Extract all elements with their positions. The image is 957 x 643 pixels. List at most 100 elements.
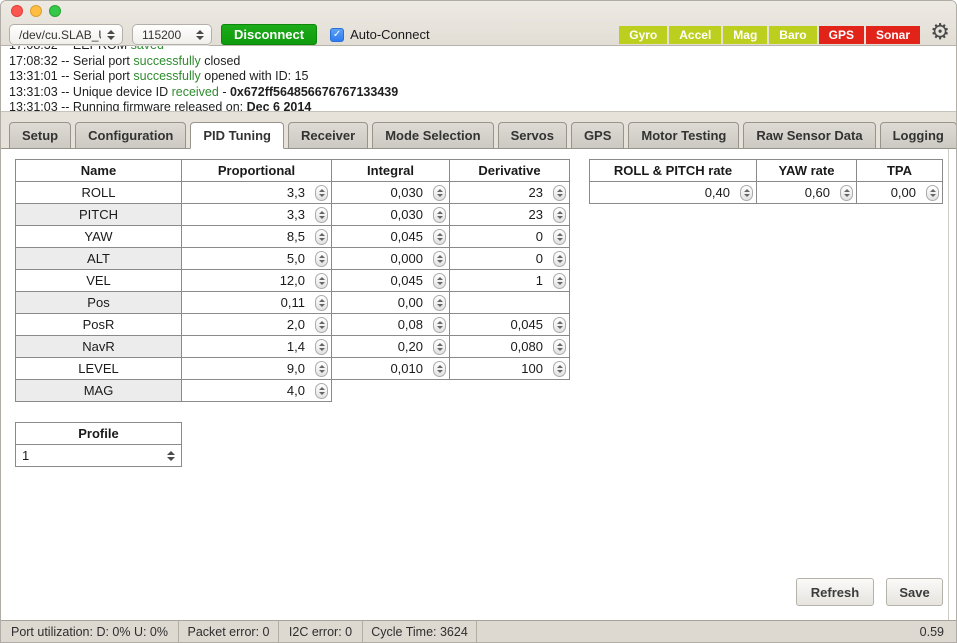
auto-connect-label: Auto-Connect bbox=[350, 27, 430, 42]
row-label-vel: VEL bbox=[16, 270, 182, 292]
input-roll-pitch-rate[interactable]: 0,40 bbox=[590, 182, 757, 204]
gear-icon[interactable]: ⚙ bbox=[930, 20, 950, 44]
input-mag-proportional[interactable]: 4,0 bbox=[182, 380, 332, 402]
tab-servos[interactable]: Servos bbox=[498, 122, 567, 149]
input-posr-integral[interactable]: 0,08 bbox=[332, 314, 450, 336]
stepper-icon[interactable] bbox=[553, 273, 566, 289]
stepper-icon[interactable] bbox=[926, 185, 939, 201]
pid-table-header-row: Name Proportional Integral Derivative bbox=[16, 160, 570, 182]
table-row: 0,40 0,60 0,00 bbox=[590, 182, 943, 204]
input-pitch-integral[interactable]: 0,030 bbox=[332, 204, 450, 226]
sensor-indicators: Gyro Accel Mag Baro GPS Sonar bbox=[619, 26, 920, 44]
input-level-integral[interactable]: 0,010 bbox=[332, 358, 450, 380]
input-roll-derivative[interactable]: 23 bbox=[450, 182, 570, 204]
input-posr-proportional[interactable]: 2,0 bbox=[182, 314, 332, 336]
table-row: PITCH 3,3 0,030 23 bbox=[16, 204, 570, 226]
row-label-pitch: PITCH bbox=[16, 204, 182, 226]
stepper-icon[interactable] bbox=[315, 207, 328, 223]
stepper-icon[interactable] bbox=[553, 361, 566, 377]
tab-bar: Setup Configuration PID Tuning Receiver … bbox=[1, 112, 956, 149]
stepper-icon[interactable] bbox=[315, 317, 328, 333]
stepper-icon[interactable] bbox=[315, 295, 328, 311]
input-yaw-rate[interactable]: 0,60 bbox=[757, 182, 857, 204]
stepper-icon[interactable] bbox=[433, 185, 446, 201]
tab-pid-tuning[interactable]: PID Tuning bbox=[190, 122, 284, 149]
input-pos-integral[interactable]: 0,00 bbox=[332, 292, 450, 314]
input-vel-derivative[interactable]: 1 bbox=[450, 270, 570, 292]
stepper-icon[interactable] bbox=[553, 185, 566, 201]
stepper-icon[interactable] bbox=[433, 295, 446, 311]
window-header: /dev/cu.SLAB_US 115200 Disconnect ✓ Auto… bbox=[1, 1, 956, 46]
input-vel-integral[interactable]: 0,045 bbox=[332, 270, 450, 292]
stepper-icon[interactable] bbox=[433, 251, 446, 267]
sensor-accel: Accel bbox=[669, 26, 721, 44]
stepper-icon[interactable] bbox=[553, 317, 566, 333]
stepper-icon[interactable] bbox=[553, 207, 566, 223]
tab-motor-testing[interactable]: Motor Testing bbox=[628, 122, 739, 149]
input-navr-proportional[interactable]: 1,4 bbox=[182, 336, 332, 358]
auto-connect-checkbox[interactable]: ✓ bbox=[330, 28, 344, 42]
input-alt-proportional[interactable]: 5,0 bbox=[182, 248, 332, 270]
stepper-icon[interactable] bbox=[433, 317, 446, 333]
tab-gps[interactable]: GPS bbox=[571, 122, 624, 149]
stepper-icon[interactable] bbox=[433, 339, 446, 355]
stepper-icon[interactable] bbox=[840, 185, 853, 201]
stepper-icon[interactable] bbox=[740, 185, 753, 201]
stepper-icon[interactable] bbox=[553, 339, 566, 355]
tab-raw-sensor-data[interactable]: Raw Sensor Data bbox=[743, 122, 875, 149]
close-window-icon[interactable] bbox=[11, 5, 23, 17]
input-posr-derivative[interactable]: 0,045 bbox=[450, 314, 570, 336]
stepper-icon[interactable] bbox=[315, 229, 328, 245]
serial-port-select[interactable]: /dev/cu.SLAB_US bbox=[9, 24, 123, 45]
row-label-alt: ALT bbox=[16, 248, 182, 270]
app-window: /dev/cu.SLAB_US 115200 Disconnect ✓ Auto… bbox=[0, 0, 957, 643]
stepper-icon[interactable] bbox=[433, 229, 446, 245]
refresh-button[interactable]: Refresh bbox=[796, 578, 874, 606]
input-alt-derivative[interactable]: 0 bbox=[450, 248, 570, 270]
status-packet-error: Packet error: 0 bbox=[179, 621, 279, 642]
stepper-icon[interactable] bbox=[433, 273, 446, 289]
input-tpa[interactable]: 0,00 bbox=[857, 182, 943, 204]
select-arrows-icon bbox=[167, 451, 175, 461]
disconnect-button[interactable]: Disconnect bbox=[221, 24, 317, 45]
input-roll-integral[interactable]: 0,030 bbox=[332, 182, 450, 204]
tab-receiver[interactable]: Receiver bbox=[288, 122, 368, 149]
stepper-icon[interactable] bbox=[553, 251, 566, 267]
col-header-integral: Integral bbox=[332, 160, 450, 182]
stepper-icon[interactable] bbox=[315, 361, 328, 377]
minimize-window-icon[interactable] bbox=[30, 5, 42, 17]
input-yaw-proportional[interactable]: 8,5 bbox=[182, 226, 332, 248]
stepper-icon[interactable] bbox=[315, 251, 328, 267]
rate-table: ROLL & PITCH rate YAW rate TPA 0,40 0,60… bbox=[589, 159, 943, 204]
save-button[interactable]: Save bbox=[886, 578, 943, 606]
input-pitch-derivative[interactable]: 23 bbox=[450, 204, 570, 226]
tab-configuration[interactable]: Configuration bbox=[75, 122, 186, 149]
col-header-name: Name bbox=[16, 160, 182, 182]
input-pos-proportional[interactable]: 0,11 bbox=[182, 292, 332, 314]
baud-rate-value: 115200 bbox=[142, 28, 181, 42]
input-pitch-proportional[interactable]: 3,3 bbox=[182, 204, 332, 226]
input-vel-proportional[interactable]: 12,0 bbox=[182, 270, 332, 292]
zoom-window-icon[interactable] bbox=[49, 5, 61, 17]
stepper-icon[interactable] bbox=[315, 185, 328, 201]
stepper-icon[interactable] bbox=[433, 207, 446, 223]
input-navr-derivative[interactable]: 0,080 bbox=[450, 336, 570, 358]
input-level-derivative[interactable]: 100 bbox=[450, 358, 570, 380]
profile-select[interactable]: 1 bbox=[16, 446, 181, 466]
input-yaw-derivative[interactable]: 0 bbox=[450, 226, 570, 248]
stepper-icon[interactable] bbox=[315, 339, 328, 355]
input-yaw-integral[interactable]: 0,045 bbox=[332, 226, 450, 248]
input-navr-integral[interactable]: 0,20 bbox=[332, 336, 450, 358]
tab-mode-selection[interactable]: Mode Selection bbox=[372, 122, 493, 149]
stepper-icon[interactable] bbox=[553, 229, 566, 245]
app-version: 0.59 bbox=[920, 625, 956, 639]
input-level-proportional[interactable]: 9,0 bbox=[182, 358, 332, 380]
tab-setup[interactable]: Setup bbox=[9, 122, 71, 149]
tab-logging[interactable]: Logging bbox=[880, 122, 957, 149]
baud-rate-select[interactable]: 115200 bbox=[132, 24, 212, 45]
stepper-icon[interactable] bbox=[315, 273, 328, 289]
input-roll-proportional[interactable]: 3,3 bbox=[182, 182, 332, 204]
input-alt-integral[interactable]: 0,000 bbox=[332, 248, 450, 270]
stepper-icon[interactable] bbox=[433, 361, 446, 377]
stepper-icon[interactable] bbox=[315, 383, 328, 399]
